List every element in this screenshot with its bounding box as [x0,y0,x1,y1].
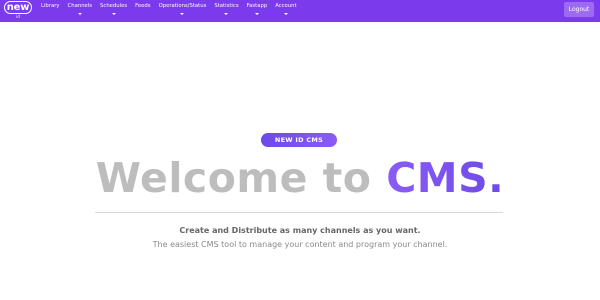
nav-label: Statistics [214,3,239,9]
hero-divider [95,212,503,213]
nav-item-account[interactable]: Account [271,3,300,15]
caret-down-icon [180,13,185,15]
product-badge: NEW ID CMS [261,133,337,147]
hero-title-cms: CMS. [386,154,505,202]
nav-item-statistics[interactable]: Statistics [210,3,242,15]
nav-item-schedules[interactable]: Schedules [96,3,131,15]
nav-label: Library [41,3,60,9]
nav-item-feeds[interactable]: Feeds [131,3,154,15]
caret-down-icon [224,13,229,15]
logo-text: new [3,1,33,14]
nav-menu: Library Channels Schedules Feeds Operati… [37,3,301,15]
logout-button[interactable]: Logout [564,2,594,17]
brand-logo[interactable]: new id [3,1,33,19]
nav-item-library[interactable]: Library [37,3,64,15]
nav-label: Schedules [100,3,128,9]
caret-down-icon [111,13,116,15]
logo-subtext: id [16,14,20,19]
nav-label: Account [275,3,297,9]
nav-item-operations-status[interactable]: Operations/Status [155,3,211,15]
nav-label: Feeds [135,3,151,9]
hero-tagline: Create and Distribute as many channels a… [179,226,421,235]
hero-title: Welcome to CMS. [0,150,600,206]
caret-down-icon [254,13,259,15]
nav-item-channels[interactable]: Channels [64,3,97,15]
nav-item-fastapp[interactable]: Fastapp [243,3,272,15]
caret-down-icon [283,13,288,15]
hero-title-welcome: Welcome to [95,154,387,202]
nav-label: Channels [67,3,93,9]
nav-label: Fastapp [246,3,268,9]
nav-label: Operations/Status [158,3,207,9]
caret-down-icon [77,13,82,15]
top-navbar: new id Library Channels Schedules Feeds … [0,0,600,22]
hero-subline: The easiest CMS tool to manage your cont… [152,240,448,249]
